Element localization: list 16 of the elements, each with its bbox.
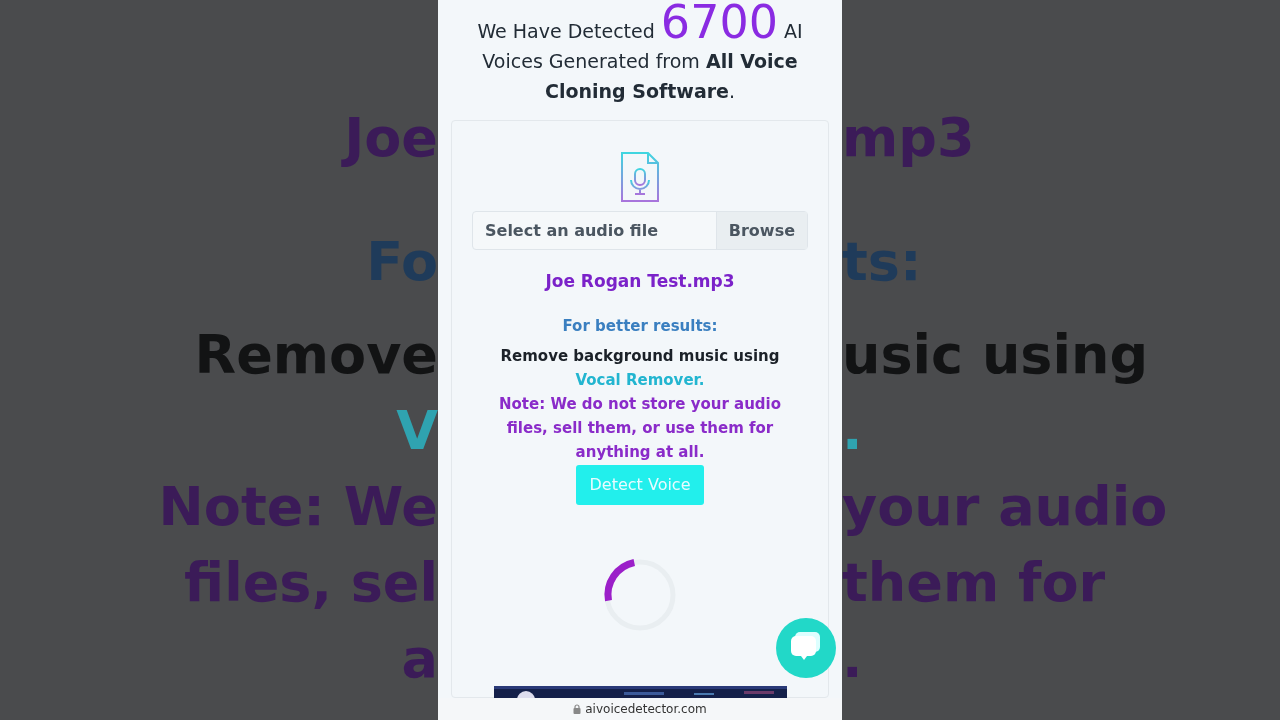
lock-icon xyxy=(573,704,582,714)
backdrop-text: Remove xyxy=(194,322,438,388)
backdrop-text: . xyxy=(842,398,863,464)
audio-file-icon xyxy=(620,151,660,203)
privacy-note: Note: We do not store your audio files, sell them, or use them for anything at all. xyxy=(497,394,782,463)
browse-button[interactable]: Browse xyxy=(715,212,807,249)
chat-icon[interactable] xyxy=(776,618,836,678)
address-url[interactable]: aivoicedetector.com xyxy=(585,700,707,718)
tips-text: Remove background music using xyxy=(500,346,780,367)
file-input-field[interactable]: Select an audio file Browse xyxy=(472,211,808,250)
tips-title: For better results: xyxy=(562,315,718,337)
backdrop-text: . xyxy=(842,626,863,692)
headline-text: We Have Detected 6700 AI Voices Generated from All Voice Cloning Software. xyxy=(476,0,804,104)
backdrop-text: V xyxy=(396,398,438,464)
backdrop-text: usic using xyxy=(842,322,1149,388)
file-name: Joe Rogan Test.mp3 xyxy=(545,270,735,293)
